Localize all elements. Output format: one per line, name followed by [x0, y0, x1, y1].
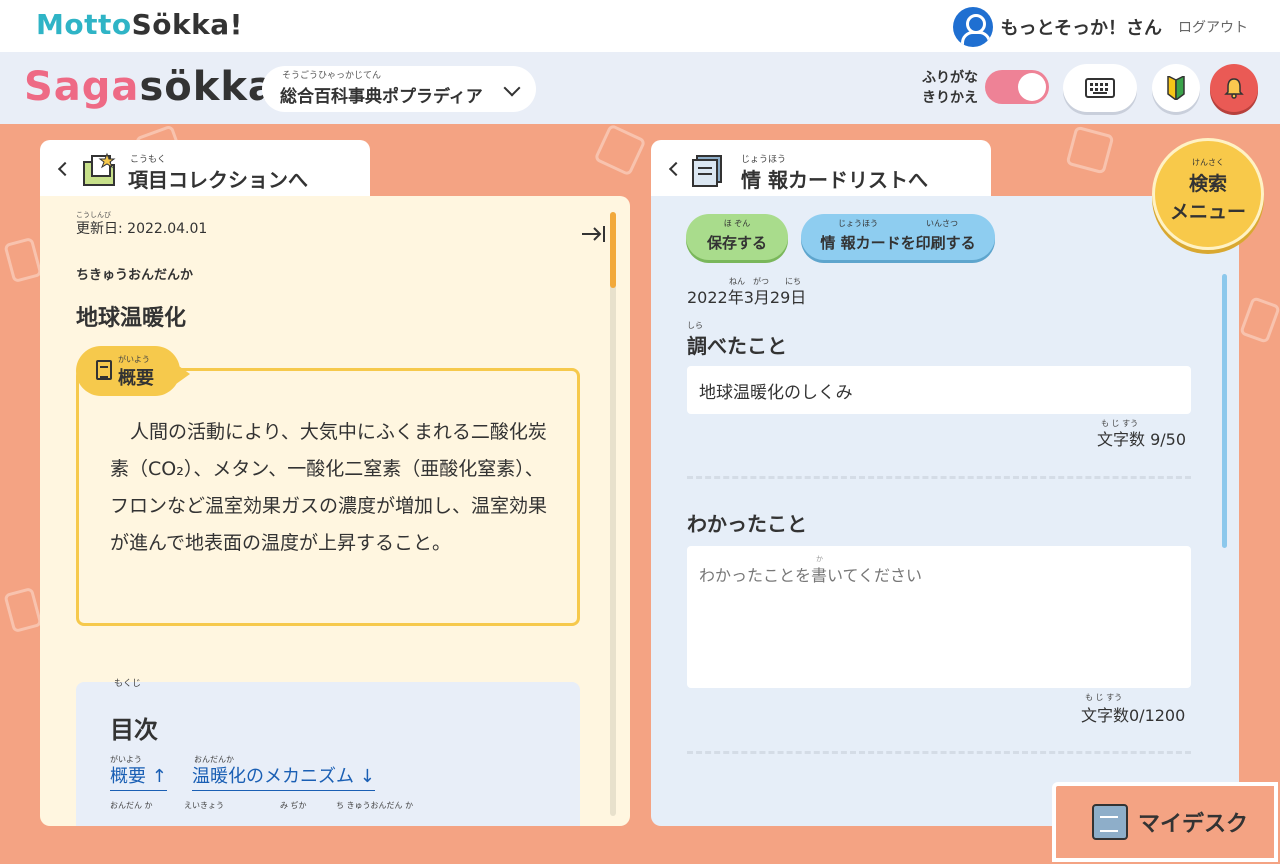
toggle-knob: [1018, 73, 1046, 101]
learned-char-count: 文字数0/1200: [1081, 706, 1186, 725]
tab-title: 情 報カードリストへ: [741, 168, 928, 192]
motto-sokka-logo[interactable]: MottoSökka!: [36, 8, 243, 41]
keyboard-button[interactable]: [1063, 64, 1137, 112]
top-bar: MottoSökka! もっとそっか！さん ログアウト: [0, 0, 1280, 52]
dictionary-label: 総合百科事典ポプラディア: [280, 86, 483, 107]
desk-card-icon: [1092, 804, 1128, 840]
update-date: 更新日: 2022.04.01: [76, 221, 208, 237]
folder-star-icon: [83, 152, 116, 186]
user-area: もっとそっか！さん ログアウト: [952, 7, 1248, 47]
background-decoration: [1065, 125, 1115, 175]
keyboard-icon: [1085, 78, 1115, 98]
article-reading: ちきゅうおんだんか: [76, 268, 194, 283]
toc-more-ruby: み ぢか: [280, 801, 307, 810]
toc-link-mechanism[interactable]: 温暖化のメカニズム ↓: [192, 762, 375, 791]
furigana-label-line: ふりがな: [922, 70, 978, 86]
furigana-toggle-label: ふりがな きりかえ: [922, 68, 978, 108]
save-ruby: ほ ぞん: [723, 219, 751, 228]
learned-textarea[interactable]: わかったことを書いてください: [687, 546, 1191, 688]
info-card-icon: [692, 155, 722, 187]
sub-header: Sagasökka! そうごうひゃっかじてん 総合百科事典ポプラディア ふりがな…: [0, 52, 1280, 124]
logout-link[interactable]: ログアウト: [1178, 17, 1248, 37]
furigana-toggle[interactable]: [985, 70, 1049, 104]
toc-title: 目次: [110, 716, 158, 744]
print-card-button[interactable]: じょうほう いんさつ 情 報カードを印刷する: [801, 214, 995, 260]
print-label: 情 報カードを印刷する: [820, 233, 976, 252]
summary-badge: がいよう 概要: [76, 346, 190, 396]
back-chevron-icon: [57, 161, 73, 177]
card-date: 2022年3月29日: [687, 288, 807, 307]
logo-part: Sökka!: [131, 8, 243, 41]
logo-part: Saga: [24, 64, 140, 110]
bell-icon: [1224, 78, 1244, 99]
save-label: 保存する: [706, 233, 767, 252]
researched-char-count: 文字数 9/50: [1097, 430, 1187, 449]
scrollbar-thumb[interactable]: [1222, 274, 1227, 548]
user-icon[interactable]: [952, 7, 993, 47]
scrollbar-thumb[interactable]: [610, 212, 616, 288]
article-title: 地球温暖化: [76, 306, 187, 331]
search-menu-ruby: けんさく: [1192, 158, 1224, 167]
learned-label: わかったこと: [687, 512, 807, 536]
mydesk-label: マイデスク: [1138, 812, 1249, 837]
tab-title: 項目コレクションへ: [128, 168, 308, 192]
divider: [687, 751, 1191, 754]
furigana-label-line: きりかえ: [922, 90, 978, 106]
placeholder-ruby: か: [816, 555, 823, 563]
info-card-list-tab[interactable]: じょうほう 情 報カードリストへ: [651, 140, 991, 200]
saga-sokka-logo[interactable]: Sagasökka!: [24, 64, 295, 110]
mydesk-button[interactable]: マイデスク: [1052, 782, 1278, 862]
notification-button[interactable]: [1210, 64, 1258, 112]
chevron-down-icon: [503, 79, 521, 97]
info-card-panel: ほ ぞん 保存する じょうほう いんさつ 情 報カードを印刷する ねん がつ に…: [651, 196, 1239, 826]
beginner-button[interactable]: [1152, 64, 1200, 112]
search-menu-button[interactable]: けんさく 検索 メニュー: [1152, 138, 1264, 250]
save-button[interactable]: ほ ぞん 保存する: [686, 214, 788, 260]
background-decoration: [1239, 296, 1280, 344]
background-decoration: [593, 123, 647, 177]
article-panel: こうしんび 更新日: 2022.04.01 ちきゅうおんだんか 地球温暖化 がい…: [40, 196, 630, 826]
dictionary-select[interactable]: そうごうひゃっかじてん 総合百科事典ポプラディア: [262, 66, 536, 112]
summary-text: 人間の活動により、大気中にふくまれる二酸化炭素（CO₂）、メタン、一酸化二窒素（…: [110, 421, 548, 554]
toc-more-ruby: えいきょう: [184, 801, 224, 810]
researched-label: 調べたこと: [687, 334, 787, 358]
background-decoration: [3, 236, 43, 284]
document-icon: [96, 360, 112, 380]
divider: [687, 476, 1191, 479]
collapse-panel-icon[interactable]: [580, 224, 606, 244]
print-ruby: じょうほう いんさつ: [838, 219, 958, 228]
user-name: もっとそっか！さん: [1000, 18, 1162, 39]
summary-label: 概要: [118, 368, 154, 389]
dictionary-ruby: そうごうひゃっかじてん: [282, 71, 382, 81]
search-menu-label: メニュー: [1169, 201, 1246, 223]
toc-ruby: もくじ: [114, 679, 142, 689]
toc-link-summary[interactable]: 概要 ↑: [110, 762, 167, 791]
logo-part: Motto: [36, 8, 132, 41]
article-collection-tab[interactable]: こうもく 項目コレクションへ: [40, 140, 370, 200]
beginner-mark-icon: [1167, 76, 1185, 100]
back-chevron-icon: [668, 161, 684, 177]
search-menu-label: 検索: [1188, 173, 1227, 195]
researched-input[interactable]: 地球温暖化のしくみ: [687, 366, 1191, 414]
toc-more-ruby: おんだん か: [110, 801, 153, 810]
toc-more-ruby: ち きゅうおんだん か: [336, 801, 414, 810]
scrollbar-track[interactable]: [610, 212, 616, 816]
background-decoration: [3, 586, 43, 634]
